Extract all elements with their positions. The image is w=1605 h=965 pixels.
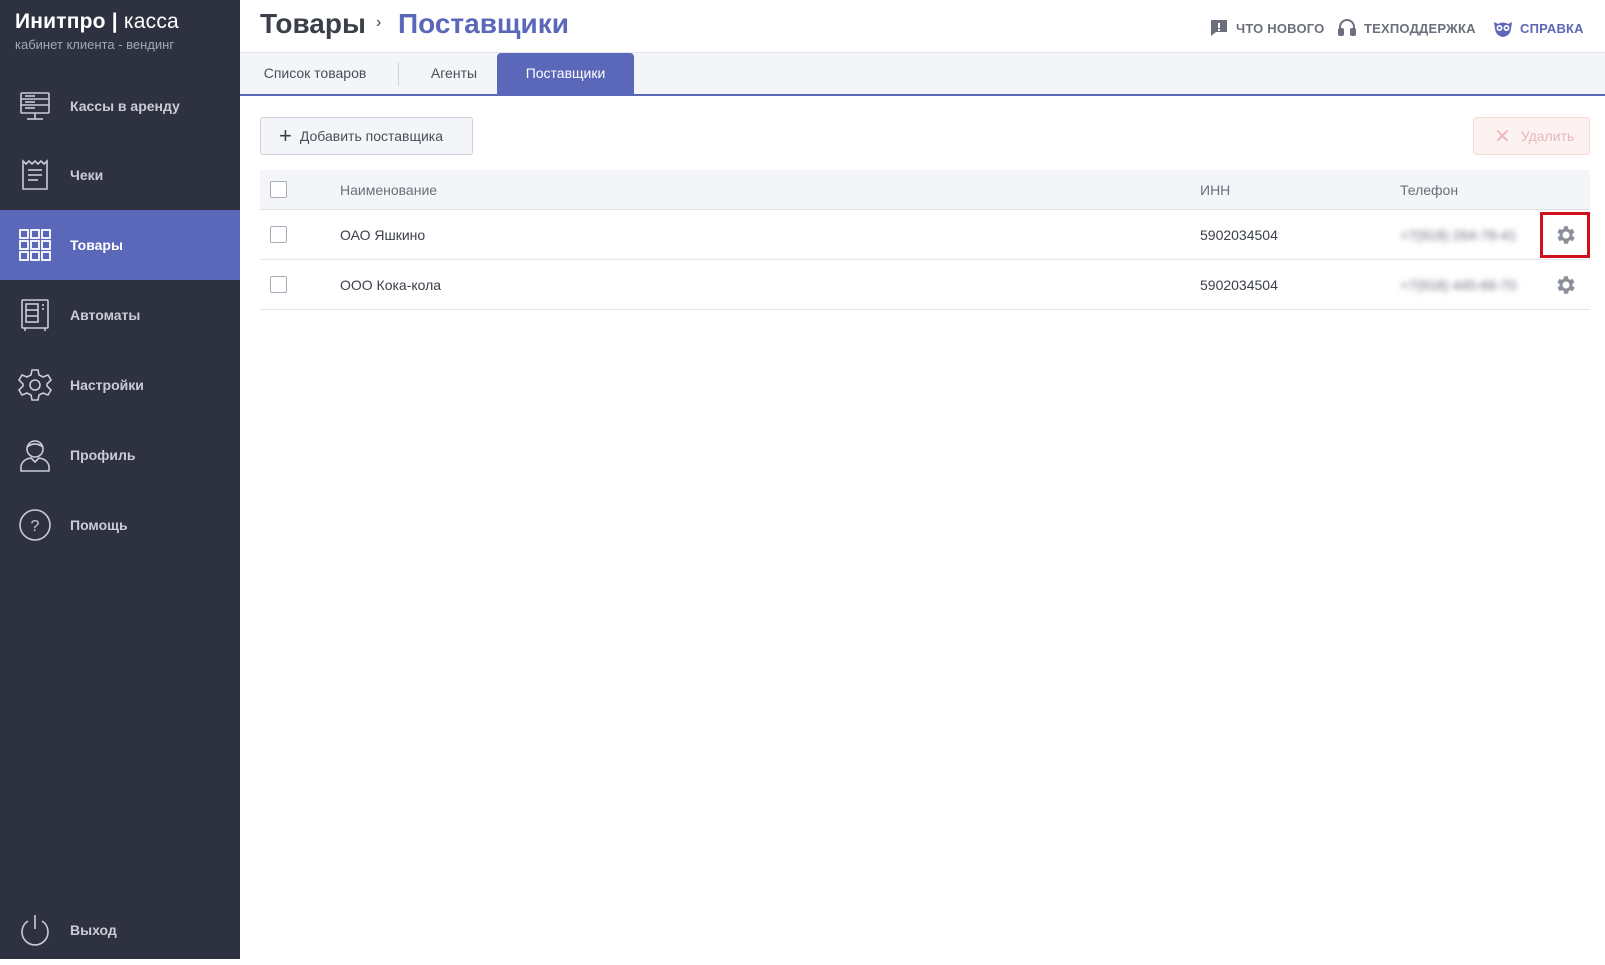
tab-product-list[interactable]: Список товаров <box>250 53 380 94</box>
table-header: Наименование ИНН Телефон <box>260 170 1590 210</box>
brand-name: Инитпро | касса <box>15 10 179 33</box>
sidebar-item-rent[interactable]: Кассы в аренду <box>0 71 240 141</box>
sidebar-item-settings[interactable]: Настройки <box>0 350 240 420</box>
column-header-inn[interactable]: ИНН <box>1200 170 1230 209</box>
sidebar-item-products[interactable]: Товары <box>0 210 240 280</box>
gear-icon <box>1557 276 1575 294</box>
tab-suppliers[interactable]: Поставщики <box>497 53 634 94</box>
supplier-phone: +7(918) 264-78-41 <box>1400 226 1517 243</box>
server-icon <box>16 87 54 125</box>
support-label: ТЕХПОДДЕРЖКА <box>1364 20 1476 36</box>
sidebar-item-label: Кассы в аренду <box>70 98 180 114</box>
topbar: Товары › Поставщики ЧТО НОВОГО ТЕХПОДДЕР… <box>240 0 1605 53</box>
supplier-name: ОАО Яшкино <box>340 226 426 243</box>
row-settings-button[interactable] <box>1540 262 1590 308</box>
power-icon <box>16 911 54 949</box>
owl-icon <box>1494 22 1512 37</box>
sidebar: Инитпро | касса кабинет клиента - вендин… <box>0 0 240 959</box>
sidebar-item-label: Выход <box>70 922 117 938</box>
sidebar-item-label: Товары <box>70 237 123 253</box>
whats-new-link[interactable]: ЧТО НОВОГО <box>1208 17 1324 39</box>
delete-button[interactable]: ✕ Удалить <box>1473 117 1590 155</box>
help-reference-label: СПРАВКА <box>1520 20 1584 36</box>
tab-divider <box>398 62 399 86</box>
gear-icon <box>16 366 54 404</box>
plus-icon: + <box>279 123 292 148</box>
row-checkbox[interactable] <box>270 226 287 243</box>
breadcrumb-separator: › <box>376 14 382 31</box>
svg-text:?: ? <box>31 518 40 535</box>
add-supplier-button[interactable]: + Добавить поставщика <box>260 117 473 155</box>
sidebar-item-label: Профиль <box>70 447 136 463</box>
column-header-phone[interactable]: Телефон <box>1400 170 1458 209</box>
table-row[interactable]: ОАО Яшкино 5902034504 +7(918) 264-78-41 <box>260 210 1590 260</box>
table-row[interactable]: ООО Кока-кола 5902034504 +7(918) 445-66-… <box>260 260 1590 310</box>
select-all-checkbox[interactable] <box>270 181 287 198</box>
whats-new-label: ЧТО НОВОГО <box>1236 20 1325 36</box>
news-icon <box>1211 20 1227 36</box>
receipt-icon <box>16 156 54 194</box>
suppliers-table: Наименование ИНН Телефон ОАО Яшкино 5902… <box>260 170 1590 310</box>
sidebar-item-profile[interactable]: Профиль <box>0 420 240 490</box>
sidebar-item-label: Чеки <box>70 167 104 183</box>
close-icon: ✕ <box>1494 125 1511 148</box>
grid-icon <box>16 226 54 264</box>
column-header-name[interactable]: Наименование <box>340 170 437 209</box>
brand-subtitle: кабинет клиента - вендинг <box>15 37 175 52</box>
supplier-inn: 5902034504 <box>1200 226 1278 243</box>
sidebar-item-logout[interactable]: Выход <box>0 895 240 965</box>
supplier-inn: 5902034504 <box>1200 276 1278 293</box>
sidebar-item-receipts[interactable]: Чеки <box>0 140 240 210</box>
tab-agents[interactable]: Агенты <box>406 53 502 94</box>
user-icon <box>16 436 54 474</box>
sidebar-item-machines[interactable]: Автоматы <box>0 280 240 350</box>
sidebar-item-label: Настройки <box>70 377 144 393</box>
page-title: Поставщики <box>398 8 569 39</box>
add-supplier-label: Добавить поставщика <box>299 128 444 144</box>
sidebar-item-label: Помощь <box>70 517 128 533</box>
sidebar-item-help[interactable]: ? Помощь <box>0 490 240 560</box>
vending-machine-icon <box>16 296 54 334</box>
tabs-bar: Список товаров Агенты Поставщики <box>240 53 1605 96</box>
supplier-phone: +7(918) 445-66-70 <box>1400 276 1517 293</box>
sidebar-item-label: Автоматы <box>70 307 141 323</box>
brand-logo: Инитпро | касса кабинет клиента - вендин… <box>15 10 179 52</box>
row-settings-button[interactable] <box>1540 212 1590 258</box>
supplier-name: ООО Кока-кола <box>340 276 442 293</box>
brand-name-bold: Инитпро <box>15 10 106 33</box>
help-reference-link[interactable]: СПРАВКА <box>1492 17 1584 39</box>
help-icon: ? <box>16 506 54 544</box>
breadcrumb-root[interactable]: Товары <box>260 8 366 40</box>
gear-icon <box>1557 226 1575 244</box>
brand-name-light: касса <box>123 10 179 33</box>
headset-icon <box>1338 19 1356 36</box>
row-checkbox[interactable] <box>270 276 287 293</box>
support-link[interactable]: ТЕХПОДДЕРЖКА <box>1336 17 1476 39</box>
delete-label: Удалить <box>1520 128 1575 144</box>
